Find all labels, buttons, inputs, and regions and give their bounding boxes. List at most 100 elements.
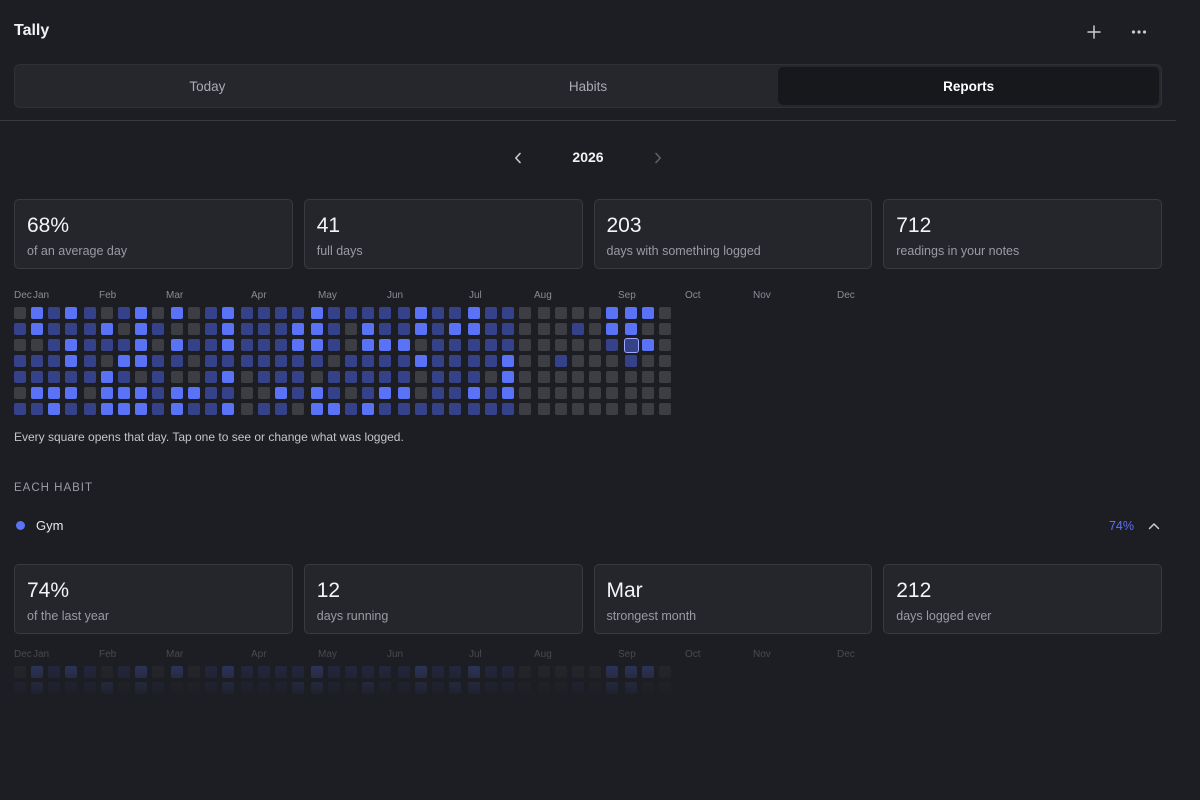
day-cell[interactable]: [449, 698, 461, 699]
day-cell[interactable]: [292, 682, 304, 694]
day-cell[interactable]: [449, 682, 461, 694]
day-cell[interactable]: [65, 323, 77, 335]
day-cell[interactable]: [152, 371, 164, 383]
day-cell[interactable]: [362, 666, 374, 678]
day-cell[interactable]: [572, 403, 584, 415]
day-cell[interactable]: [84, 387, 96, 399]
day-cell[interactable]: [14, 355, 26, 367]
day-cell[interactable]: [171, 307, 183, 319]
day-cell[interactable]: [205, 698, 217, 699]
day-cell[interactable]: [205, 682, 217, 694]
day-cell[interactable]: [659, 666, 671, 678]
day-cell[interactable]: [468, 387, 480, 399]
day-cell[interactable]: [241, 666, 253, 678]
day-cell[interactable]: [625, 307, 637, 319]
previous-year-button[interactable]: [505, 145, 531, 171]
day-cell[interactable]: [606, 682, 618, 694]
day-cell[interactable]: [659, 698, 671, 699]
day-cell[interactable]: [14, 307, 26, 319]
day-cell[interactable]: [449, 355, 461, 367]
day-cell[interactable]: [432, 355, 444, 367]
day-cell[interactable]: [311, 323, 323, 335]
day-cell[interactable]: [379, 371, 391, 383]
day-cell[interactable]: [14, 403, 26, 415]
day-cell[interactable]: [642, 666, 654, 678]
day-cell[interactable]: [65, 339, 77, 351]
day-cell[interactable]: [188, 387, 200, 399]
day-cell[interactable]: [538, 387, 550, 399]
day-cell[interactable]: [538, 307, 550, 319]
next-year-button[interactable]: [645, 145, 671, 171]
day-cell[interactable]: [625, 666, 637, 678]
day-cell[interactable]: [589, 339, 601, 351]
day-cell[interactable]: [292, 698, 304, 699]
day-cell[interactable]: [625, 323, 637, 335]
day-cell[interactable]: [135, 339, 147, 351]
day-cell[interactable]: [485, 698, 497, 699]
day-cell[interactable]: [48, 355, 60, 367]
day-cell[interactable]: [555, 339, 567, 351]
day-cell[interactable]: [65, 682, 77, 694]
day-cell[interactable]: [205, 387, 217, 399]
day-cell[interactable]: [152, 682, 164, 694]
day-cell[interactable]: [48, 323, 60, 335]
day-cell[interactable]: [589, 387, 601, 399]
day-cell[interactable]: [118, 339, 130, 351]
day-cell[interactable]: [606, 666, 618, 678]
day-cell[interactable]: [502, 371, 514, 383]
day-cell[interactable]: [205, 307, 217, 319]
day-cell[interactable]: [589, 371, 601, 383]
day-cell[interactable]: [432, 698, 444, 699]
day-cell[interactable]: [555, 666, 567, 678]
day-cell[interactable]: [222, 339, 234, 351]
day-cell[interactable]: [398, 698, 410, 699]
day-cell[interactable]: [118, 682, 130, 694]
day-cell[interactable]: [379, 403, 391, 415]
day-cell[interactable]: [275, 355, 287, 367]
day-cell[interactable]: [555, 682, 567, 694]
day-cell[interactable]: [188, 698, 200, 699]
day-cell[interactable]: [345, 698, 357, 699]
day-cell[interactable]: [241, 387, 253, 399]
day-cell[interactable]: [135, 371, 147, 383]
day-cell[interactable]: [258, 355, 270, 367]
day-cell[interactable]: [14, 698, 26, 699]
day-cell[interactable]: [502, 307, 514, 319]
day-cell[interactable]: [65, 698, 77, 699]
day-cell[interactable]: [328, 355, 340, 367]
day-cell[interactable]: [328, 387, 340, 399]
day-cell[interactable]: [432, 307, 444, 319]
day-cell[interactable]: [118, 323, 130, 335]
day-cell[interactable]: [468, 403, 480, 415]
day-cell[interactable]: [502, 666, 514, 678]
day-cell[interactable]: [589, 307, 601, 319]
day-cell[interactable]: [135, 666, 147, 678]
day-cell[interactable]: [275, 682, 287, 694]
day-cell[interactable]: [84, 682, 96, 694]
day-cell[interactable]: [311, 387, 323, 399]
tab-habits[interactable]: Habits: [398, 67, 779, 105]
day-cell[interactable]: [14, 323, 26, 335]
day-cell[interactable]: [449, 323, 461, 335]
day-cell[interactable]: [31, 682, 43, 694]
day-cell[interactable]: [171, 371, 183, 383]
day-cell[interactable]: [502, 698, 514, 699]
day-cell[interactable]: [84, 307, 96, 319]
day-cell[interactable]: [222, 698, 234, 699]
day-cell[interactable]: [152, 403, 164, 415]
day-cell[interactable]: [65, 307, 77, 319]
day-cell[interactable]: [589, 323, 601, 335]
day-cell[interactable]: [398, 323, 410, 335]
day-cell[interactable]: [345, 682, 357, 694]
day-cell[interactable]: [485, 666, 497, 678]
day-cell[interactable]: [241, 371, 253, 383]
day-cell[interactable]: [311, 698, 323, 699]
day-cell[interactable]: [398, 682, 410, 694]
day-cell[interactable]: [415, 355, 427, 367]
day-cell[interactable]: [118, 387, 130, 399]
day-cell[interactable]: [311, 307, 323, 319]
day-cell[interactable]: [625, 403, 637, 415]
day-cell[interactable]: [519, 387, 531, 399]
day-cell[interactable]: [188, 371, 200, 383]
day-cell[interactable]: [572, 371, 584, 383]
